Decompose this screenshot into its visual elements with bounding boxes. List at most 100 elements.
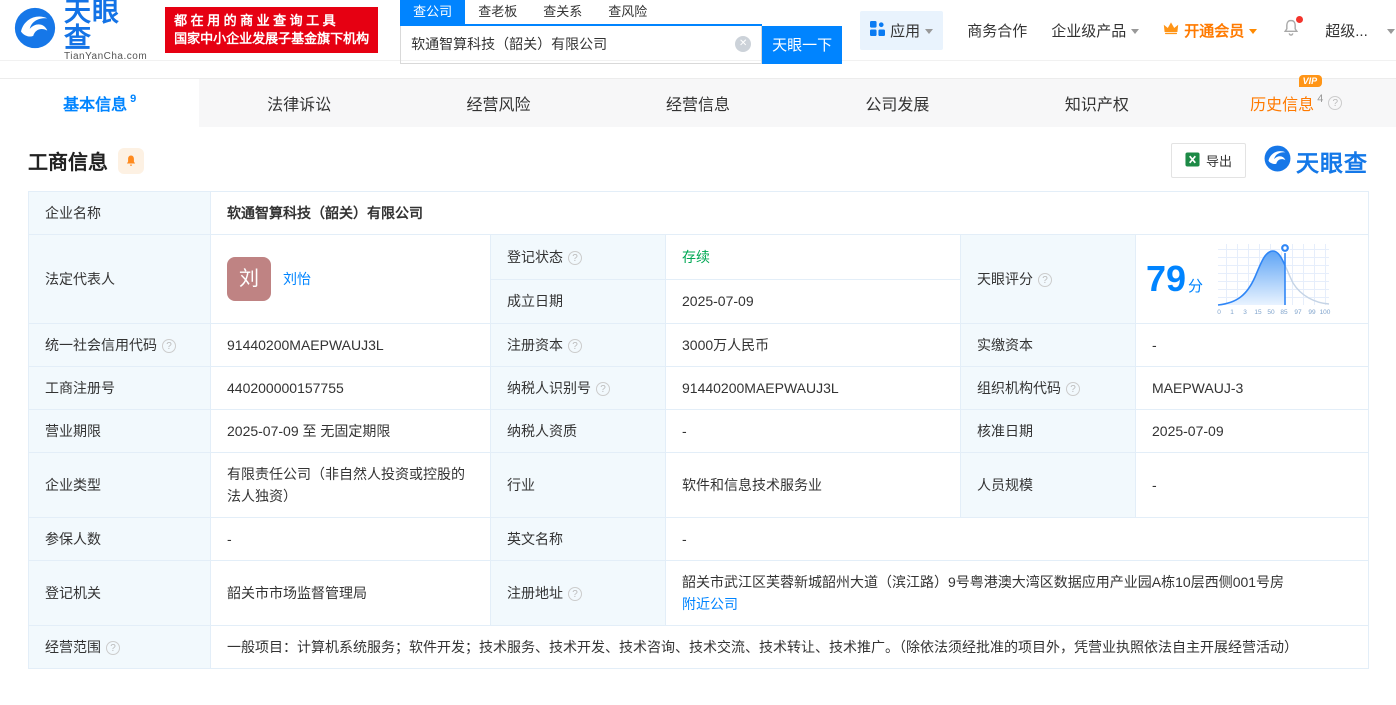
industry-value: 软件和信息技术服务业 (665, 452, 961, 518)
address-cell: 韶关市武江区芙蓉新城韶州大道（滨江路）9号粤港澳大湾区数据应用产业园A栋10层西… (664, 560, 1370, 626)
slogan-line2: 国家中小企业发展子基金旗下机构 (174, 31, 370, 46)
vip-badge: VIP (1298, 75, 1323, 87)
score-cell: 79 分 0 1 3 15 50 85 97 99 100 (1134, 234, 1370, 324)
svg-text:15: 15 (1254, 309, 1262, 316)
reg-authority-label: 登记机关 (28, 560, 211, 626)
nearby-companies-link[interactable]: 附近公司 (682, 596, 738, 612)
notification-bell[interactable] (1281, 16, 1304, 42)
excel-icon (1185, 151, 1200, 170)
watermark-text: 天眼查 (1296, 149, 1368, 176)
score-value: 79 分 (1146, 257, 1204, 299)
company-tabbar: 基本信息 9 法律诉讼 经营风险 经营信息 公司发展 知识产权 历史信息 VIP… (0, 75, 1396, 127)
slogan-banner: 都在用的商业查询工具 国家中小企业发展子基金旗下机构 (165, 7, 379, 53)
monitor-bell-button[interactable] (118, 147, 144, 174)
export-label: 导出 (1205, 154, 1232, 169)
tab-company-development[interactable]: 公司发展 (798, 79, 997, 127)
company-type-value: 有限责任公司（非自然人投资或控股的法人独资） (210, 452, 491, 518)
search-tabs: 查公司 查老板 查关系 查风险 (400, 0, 763, 26)
business-scope-value: 一般项目：计算机系统服务；软件开发；技术服务、技术开发、技术咨询、技术交流、技术… (209, 625, 1370, 669)
notification-dot (1296, 16, 1304, 23)
nav-open-vip-label: 开通会员 (1184, 22, 1245, 40)
svg-text:0: 0 (1217, 309, 1221, 316)
industry-label: 行业 (490, 452, 666, 518)
tab-operation-info[interactable]: 经营信息 (598, 79, 797, 127)
help-icon[interactable]: ? (162, 339, 176, 353)
help-icon[interactable]: ? (1328, 96, 1343, 110)
svg-text:85: 85 (1280, 309, 1288, 316)
user-menu[interactable]: 超级... (1325, 20, 1395, 41)
apps-menu[interactable]: 应用 (860, 10, 944, 50)
top-header: 天眼查 TianYanCha.com 都在用的商业查询工具 国家中小企业发展子基… (0, 0, 1396, 64)
help-icon[interactable]: ? (1038, 273, 1052, 287)
table-row: 企业类型 有限责任公司（非自然人投资或控股的法人独资） 行业 软件和信息技术服务… (28, 452, 1370, 518)
chevron-down-icon (1131, 28, 1140, 34)
table-row: 营业期限 2025-07-09 至 无固定期限 纳税人资质 - 核准日期 202… (28, 409, 1370, 453)
tab-legal-litigation[interactable]: 法律诉讼 (199, 79, 398, 127)
legal-rep-link[interactable]: 刘怡 (283, 268, 311, 290)
brand-domain: TianYanCha.com (64, 50, 148, 62)
search-tab-risk[interactable]: 查风险 (595, 0, 660, 24)
watermark-logo: 天眼查 (1264, 144, 1368, 178)
search-tab-company[interactable]: 查公司 (400, 0, 466, 24)
svg-text:100: 100 (1320, 309, 1331, 316)
tianyancha-logo[interactable]: 天眼查 TianYanCha.com (14, 0, 147, 62)
reg-capital-value: 3000万人民币 (665, 323, 961, 367)
help-icon[interactable]: ? (568, 339, 582, 353)
tab-basic-info[interactable]: 基本信息 9 (0, 79, 200, 127)
company-name-label: 企业名称 (28, 191, 211, 235)
section-title: 工商信息 (28, 152, 108, 174)
credit-code-value: 91440200MAEPWAUJ3L (210, 323, 491, 367)
business-info-table: 企业名称 软通智算科技（韶关）有限公司 法定代表人 刘 刘怡 登记状态? 存续 … (28, 191, 1370, 669)
legal-rep-label: 法定代表人 (28, 234, 211, 324)
search-tab-relation[interactable]: 查关系 (530, 0, 595, 24)
credit-code-label: 统一社会信用代码? (28, 323, 211, 367)
nav-cooperation[interactable]: 商务合作 (967, 20, 1027, 41)
nav-enterprise-label: 企业级产品 (1051, 22, 1127, 40)
clear-search-icon[interactable]: ✕ (735, 36, 752, 52)
nav-open-vip[interactable]: 开通会员 (1163, 20, 1258, 41)
help-icon[interactable]: ? (1066, 382, 1080, 396)
tab-history-label: 历史信息 (1250, 97, 1315, 114)
crown-icon (1163, 21, 1179, 39)
establish-date-value: 2025-07-09 (665, 278, 961, 324)
tianyancha-swirl-icon (1264, 145, 1291, 177)
table-row: 登记机关 韶关市市场监督管理局 注册地址? 韶关市武江区芙蓉新城韶州大道（滨江路… (28, 560, 1370, 626)
score-distribution-chart: 0 1 3 15 50 85 97 99 100 (1217, 242, 1331, 316)
approval-date-label: 核准日期 (960, 409, 1136, 453)
staff-size-label: 人员规模 (960, 452, 1136, 518)
avatar[interactable]: 刘 (227, 257, 271, 301)
svg-text:97: 97 (1294, 309, 1302, 316)
tianyancha-swirl-icon (14, 7, 56, 54)
company-name-value: 软通智算科技（韶关）有限公司 (209, 191, 1370, 235)
help-icon[interactable]: ? (568, 250, 582, 265)
table-row: 工商注册号 440200000157755 纳税人识别号? 91440200MA… (28, 366, 1370, 410)
taxpayer-id-label: 纳税人识别号? (490, 366, 666, 410)
reg-status-value: 存续 (665, 234, 961, 280)
nav-enterprise[interactable]: 企业级产品 (1051, 20, 1140, 41)
export-button[interactable]: 导出 (1170, 143, 1246, 178)
insured-label: 参保人数 (28, 517, 211, 561)
tab-basic-info-count: 9 (130, 93, 137, 105)
tab-operation-risk[interactable]: 经营风险 (399, 79, 598, 127)
taxpayer-quality-label: 纳税人资质 (490, 409, 666, 453)
reg-number-label: 工商注册号 (28, 366, 211, 410)
business-term-value: 2025-07-09 至 无固定期限 (210, 409, 491, 453)
search-tab-boss[interactable]: 查老板 (465, 0, 530, 24)
tab-history-count: 4 (1317, 93, 1324, 105)
taxpayer-id-value: 91440200MAEPWAUJ3L (665, 366, 961, 410)
establish-date-label: 成立日期 (490, 278, 666, 324)
help-icon[interactable]: ? (568, 587, 582, 601)
help-icon[interactable]: ? (596, 382, 610, 396)
paid-capital-label: 实缴资本 (960, 323, 1136, 367)
search-input[interactable]: 软通智算科技（韶关）有限公司 ✕ (400, 25, 763, 64)
tab-history-info[interactable]: 历史信息 VIP 4 ? (1197, 75, 1396, 127)
table-row: 法定代表人 刘 刘怡 登记状态? 存续 天眼评分? 79 分 0 1 3 15 … (28, 234, 1370, 324)
org-code-label: 组织机构代码? (960, 366, 1136, 410)
table-row: 企业名称 软通智算科技（韶关）有限公司 (28, 191, 1370, 235)
search-button[interactable]: 天眼一下 (762, 25, 843, 64)
tab-intellectual-property[interactable]: 知识产权 (997, 79, 1196, 127)
approval-date-value: 2025-07-09 (1134, 409, 1370, 453)
help-icon[interactable]: ? (106, 641, 120, 655)
reg-capital-label: 注册资本? (490, 323, 666, 367)
business-term-label: 营业期限 (28, 409, 211, 453)
